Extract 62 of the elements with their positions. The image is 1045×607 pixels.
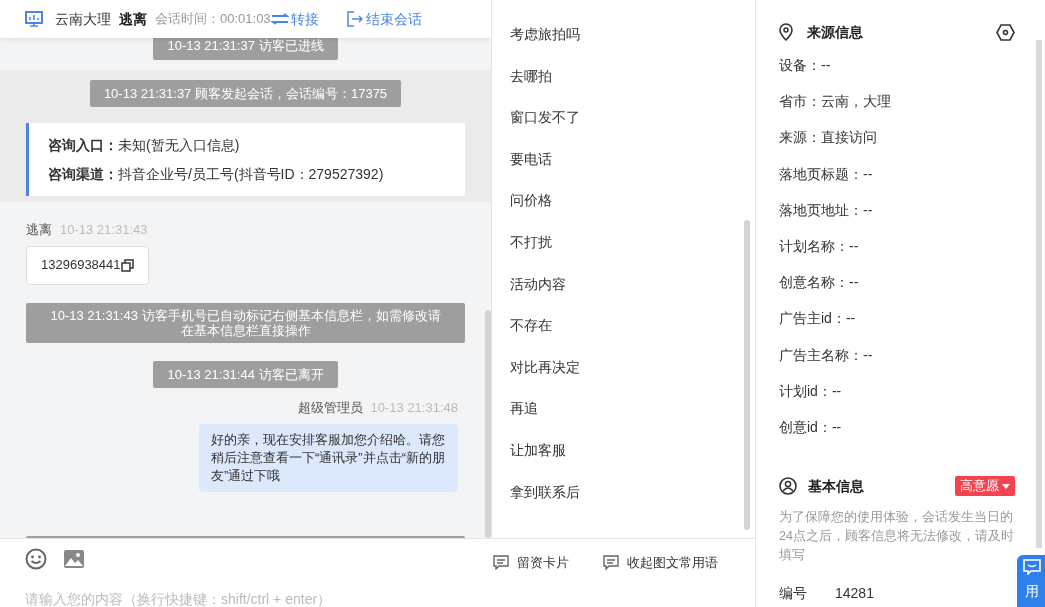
transfer-button[interactable]: 转接 [270, 8, 319, 30]
exit-icon [346, 11, 363, 27]
section-title: 来源信息 [807, 22, 863, 42]
message-input[interactable]: 请输入您的内容（换行快捷键：shift/ctrl + enter） [25, 589, 725, 607]
section-title: 基本信息 [808, 476, 864, 496]
message-time: 10-13 21:31:48 [370, 399, 458, 417]
phrase-item[interactable]: 不打扰 [510, 231, 552, 274]
phrase-item[interactable]: 活动内容 [510, 273, 566, 316]
sender-name: 逃离 [26, 221, 52, 239]
swap-icon [270, 13, 289, 25]
phrase-item[interactable]: 拿到联系后 [510, 481, 580, 524]
info-row-text: 广告主id：-- [779, 309, 857, 329]
caret-icon [1002, 483, 1010, 489]
phrase-item[interactable]: 窗口发不了 [510, 107, 580, 149]
system-message: 10-13 21:31:44 访客已离开 [153, 360, 338, 388]
phrase-item[interactable]: 再追 [510, 398, 538, 440]
info-row-text: 来源：直接访问 [779, 128, 878, 148]
info-field: 咨询入口：未知(暂无入口信息) [48, 135, 446, 155]
image-icon[interactable] [63, 549, 85, 569]
info-row-text: 落地页地址：-- [779, 200, 874, 220]
message-icon [603, 555, 619, 571]
info-row-text: 创意id：-- [779, 417, 843, 437]
info-row-text: 设备：-- [779, 56, 832, 75]
chat-icon [1023, 559, 1041, 575]
monitor-icon [25, 11, 43, 27]
end-session-button[interactable]: 结束会话 [346, 8, 422, 30]
phrase-item[interactable]: 对比再决定 [510, 356, 580, 399]
message-icon [493, 555, 509, 571]
info-row-text: 落地页标题：-- [779, 164, 874, 184]
phrase-item[interactable]: 问价格 [510, 190, 552, 232]
location-pin-icon [779, 23, 793, 41]
copy-icon[interactable] [120, 258, 134, 272]
phrase-item[interactable]: 让加客服 [510, 439, 566, 482]
visitor-name: 逃离 [119, 9, 147, 29]
phrase-item[interactable]: 考虑旅拍吗 [510, 24, 580, 66]
feedback-button[interactable]: 用 [1017, 555, 1045, 607]
location-title: 云南大理 [55, 9, 111, 29]
info-row-text: 计划名称：-- [779, 236, 860, 256]
intent-dropdown[interactable]: 高意愿 [955, 476, 1015, 497]
phrase-item[interactable]: 不存在 [510, 315, 552, 357]
info-row-text: 计划id：-- [779, 381, 843, 401]
message-bubble: 好的亲，现在安排客服加您介绍哈。请您稍后注意查看一下“通讯录”并点击“新的朋友”通过下哦 [199, 423, 458, 492]
system-message: 10-13 21:31:37 顾客发起会话，会话编号：17375 [89, 79, 402, 107]
sender-name: 超级管理员 [297, 399, 363, 417]
field-value: 14281 [835, 584, 874, 604]
notice-text: 为了保障您的使用体验，会话发生当日的24点之后，顾客信息将无法修改，请及时填写 [779, 509, 1015, 565]
session-time: 会话时间：00:01:03 [155, 10, 271, 29]
info-field: 咨询渠道：抖音企业号/员工号(抖音号ID：279527392) [48, 164, 446, 184]
phrase-item[interactable]: 要电话 [510, 148, 552, 191]
collapse-phrases-button[interactable]: 收起图文常用语 [603, 553, 718, 573]
message-text: 13296938441 [41, 256, 121, 275]
user-icon [779, 477, 797, 496]
system-message: 10-13 21:31:43 访客手机号已自动标记右侧基本信息栏，如需修改请在基本信息栏直接操作 [26, 302, 465, 343]
lead-card-button[interactable]: 留资卡片 [493, 553, 569, 573]
emoji-icon[interactable] [25, 548, 47, 570]
field-label: 编号 [779, 584, 807, 604]
info-row-text: 省市：云南，大理 [779, 92, 892, 112]
message-time: 10-13 21:31:43 [60, 221, 148, 239]
settings-icon[interactable] [996, 23, 1015, 41]
info-row-text: 广告主名称：-- [779, 345, 874, 365]
phrase-item[interactable]: 去哪拍 [510, 65, 552, 108]
info-row-text: 创意名称：-- [779, 273, 860, 293]
